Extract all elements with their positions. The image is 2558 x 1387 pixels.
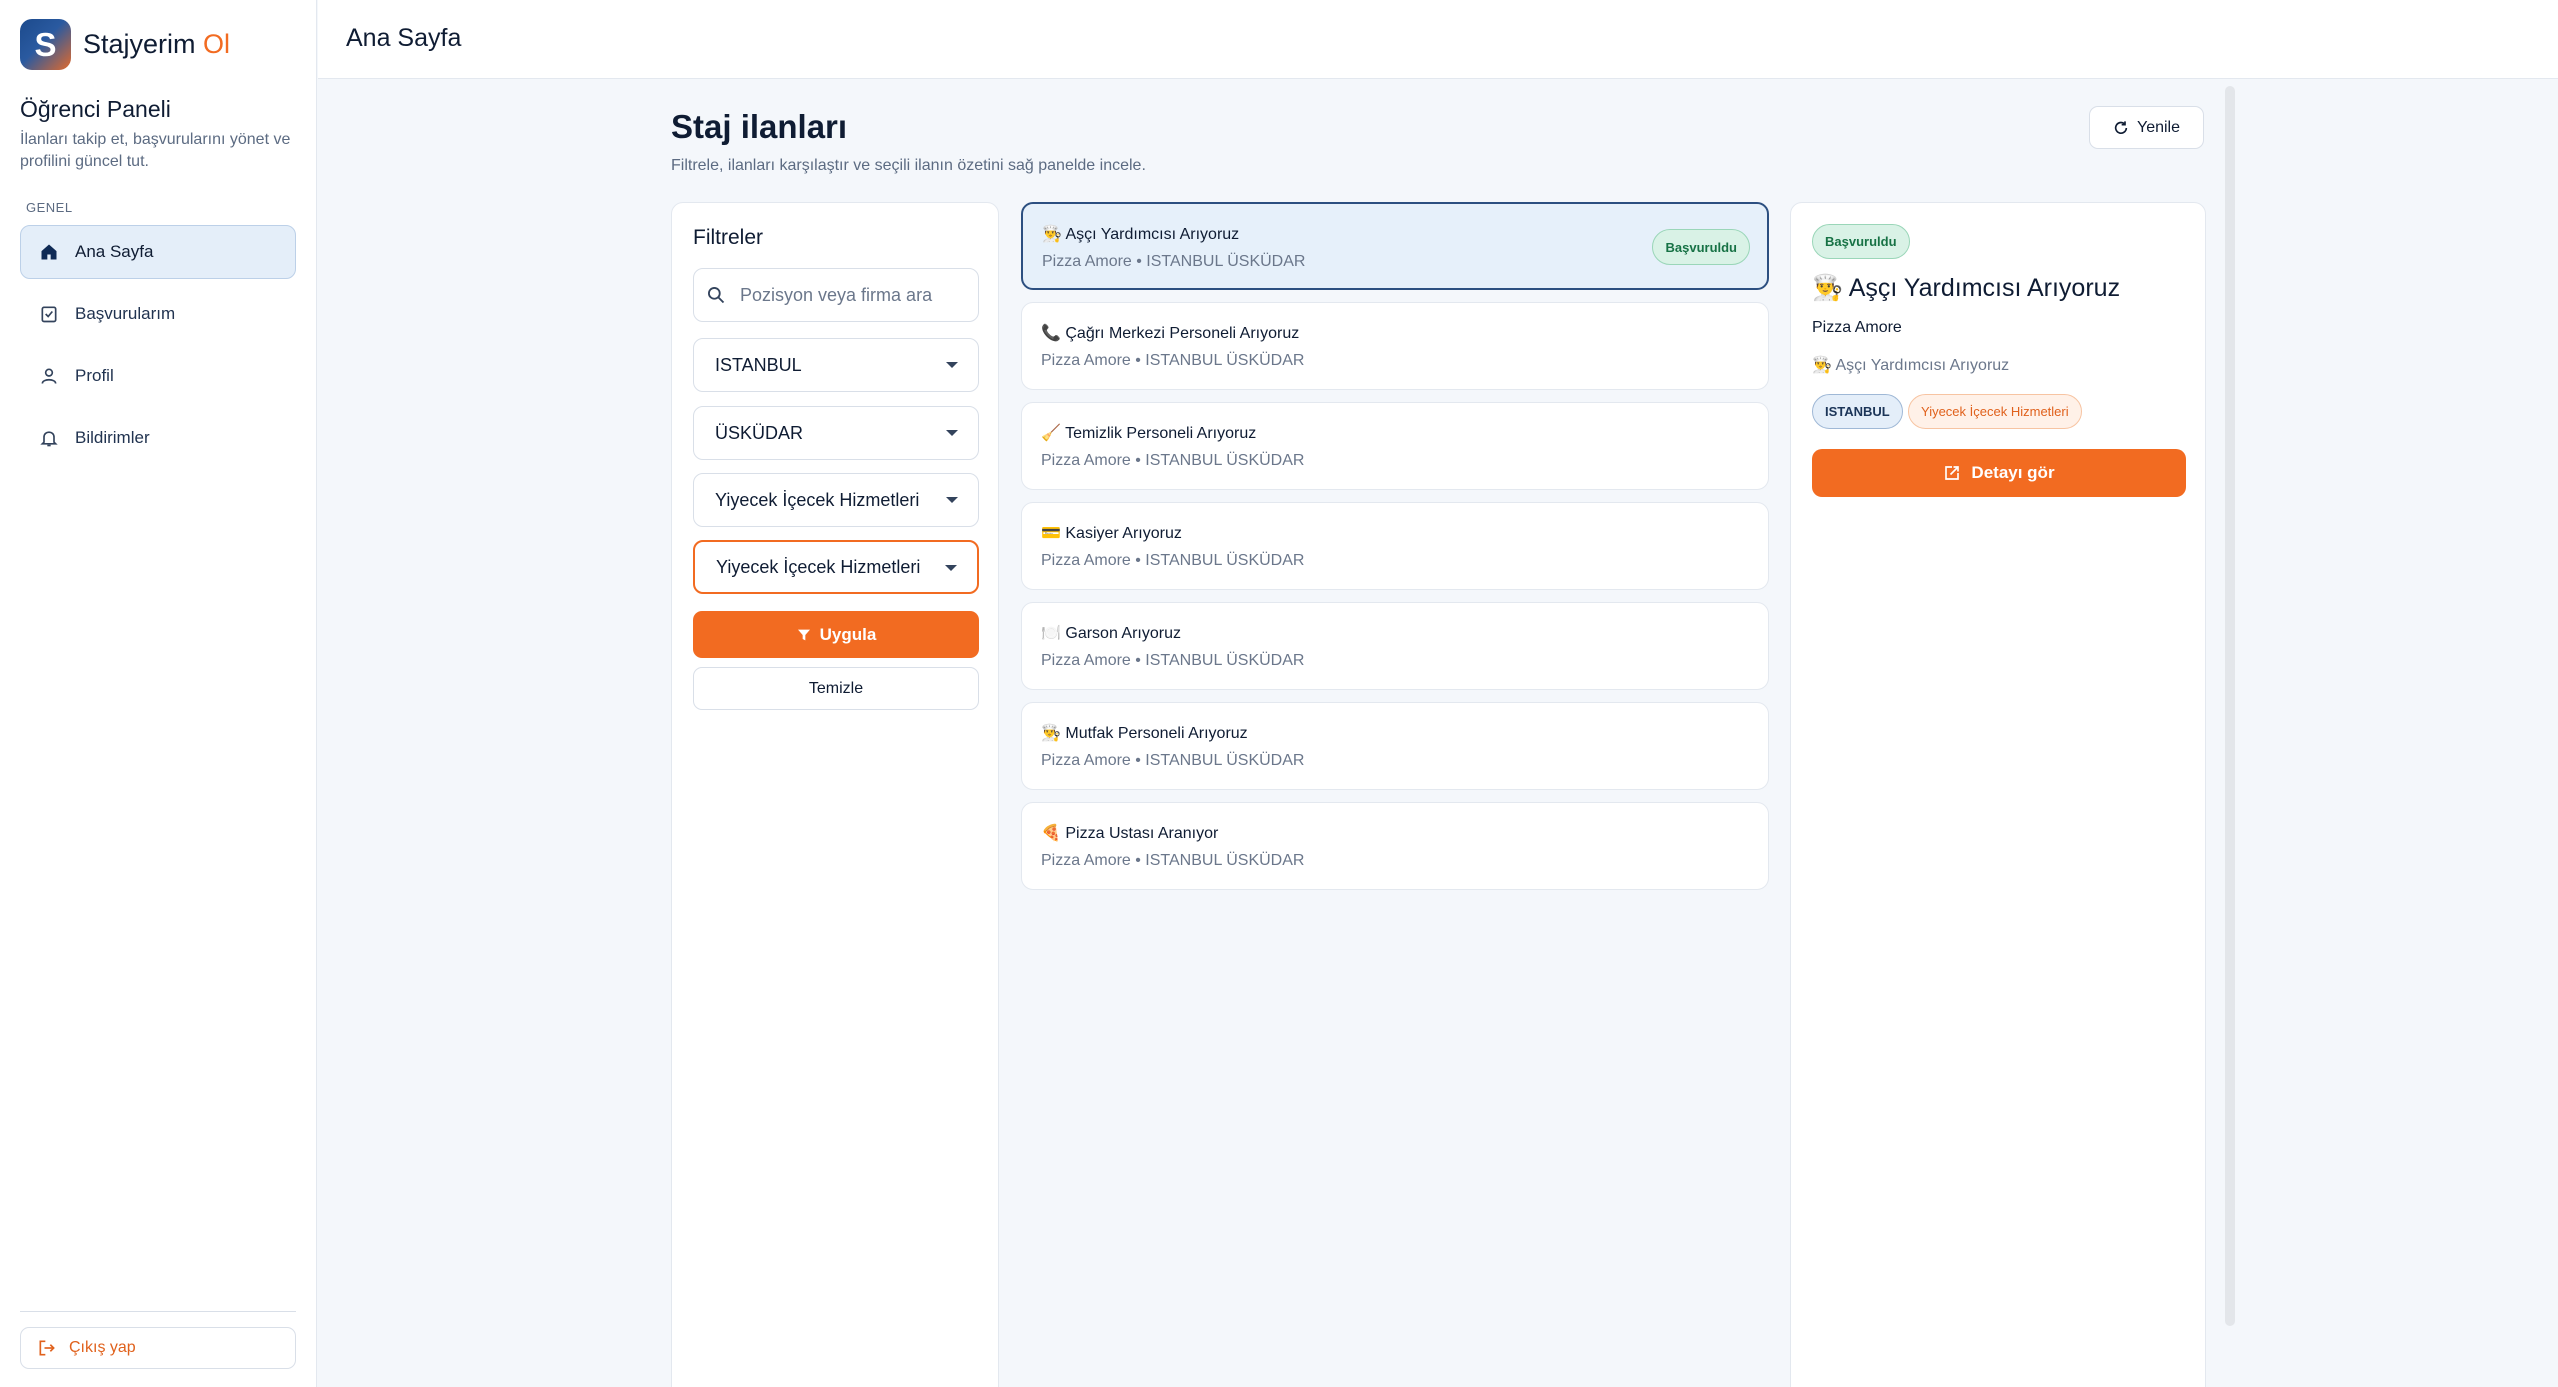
scrollbar[interactable] bbox=[2225, 86, 2235, 1326]
topbar: Ana Sayfa bbox=[318, 0, 2558, 79]
listing-subtitle: Pizza Amore • ISTANBUL ÜSKÜDAR bbox=[1042, 253, 1306, 270]
district-select-value: ÜSKÜDAR bbox=[715, 422, 804, 443]
chevron-down-icon bbox=[946, 362, 958, 368]
listing-card[interactable]: 🍽️ Garson Arıyoruz Pizza Amore • ISTANBU… bbox=[1021, 602, 1769, 690]
logout-label: Çıkış yap bbox=[69, 1339, 136, 1356]
sidebar-item-label: Ana Sayfa bbox=[75, 242, 154, 261]
listing-title: 🍕 Pizza Ustası Aranıyor bbox=[1041, 825, 1219, 842]
subsector-select-value: Yiyecek İçecek Hizmetleri bbox=[716, 556, 921, 577]
page-title: Staj ilanları bbox=[671, 108, 848, 145]
apply-button[interactable]: Uygula bbox=[693, 611, 979, 658]
sidebar-nav: Ana Sayfa Başvurularım Profil Bildirimle… bbox=[20, 225, 296, 473]
listing-card[interactable]: 📞 Çağrı Merkezi Personeli Arıyoruz Pizza… bbox=[1021, 302, 1769, 390]
brand-name-main: Stajyerim bbox=[83, 29, 196, 59]
panel-title: Öğrenci Paneli bbox=[20, 96, 171, 122]
sidebar-divider bbox=[20, 1311, 296, 1312]
city-select[interactable]: ISTANBUL bbox=[693, 338, 979, 392]
filter-icon bbox=[796, 627, 812, 643]
listing-list: 👨‍🍳 Aşçı Yardımcısı Arıyoruz Pizza Amore… bbox=[1021, 202, 1769, 902]
sidebar-item-label: Profil bbox=[75, 366, 114, 385]
chevron-down-icon bbox=[946, 497, 958, 503]
listing-title: 🍽️ Garson Arıyoruz bbox=[1041, 625, 1181, 642]
sidebar-item-notifications[interactable]: Bildirimler bbox=[20, 411, 296, 465]
listing-card[interactable]: 💳 Kasiyer Arıyoruz Pizza Amore • ISTANBU… bbox=[1021, 502, 1769, 590]
detail-title: 👨‍🍳 Aşçı Yardımcısı Arıyoruz bbox=[1812, 274, 2121, 302]
home-icon bbox=[37, 240, 61, 264]
sector-select[interactable]: Yiyecek İçecek Hizmetleri bbox=[693, 473, 979, 527]
detail-panel: Başvuruldu 👨‍🍳 Aşçı Yardımcısı Arıyoruz … bbox=[1790, 202, 2206, 1387]
brand[interactable]: S Stajyerim Ol bbox=[20, 19, 230, 70]
applied-badge: Başvuruldu bbox=[1652, 229, 1750, 265]
subsector-select[interactable]: Yiyecek İçecek Hizmetleri bbox=[693, 540, 979, 594]
applied-badge: Başvuruldu bbox=[1812, 224, 1910, 259]
listing-card[interactable]: 👨‍🍳 Mutfak Personeli Arıyoruz Pizza Amor… bbox=[1021, 702, 1769, 790]
listing-title: 📞 Çağrı Merkezi Personeli Arıyoruz bbox=[1041, 325, 1300, 342]
listing-card[interactable]: 🍕 Pizza Ustası Aranıyor Pizza Amore • IS… bbox=[1021, 802, 1769, 890]
search-icon bbox=[706, 285, 726, 305]
logout-button[interactable]: Çıkış yap bbox=[20, 1327, 296, 1369]
brand-name-accent: Ol bbox=[203, 29, 231, 59]
listing-subtitle: Pizza Amore • ISTANBUL ÜSKÜDAR bbox=[1041, 752, 1305, 769]
brand-name: Stajyerim Ol bbox=[83, 29, 230, 60]
listing-subtitle: Pizza Amore • ISTANBUL ÜSKÜDAR bbox=[1041, 352, 1305, 369]
view-detail-button[interactable]: Detayı gör bbox=[1812, 449, 2186, 497]
nav-section-label: GENEL bbox=[26, 200, 73, 215]
user-icon bbox=[37, 364, 61, 388]
listing-card[interactable]: 👨‍🍳 Aşçı Yardımcısı Arıyoruz Pizza Amore… bbox=[1021, 202, 1769, 290]
page-subtitle: Filtrele, ilanları karşılaştır ve seçili… bbox=[671, 157, 1146, 174]
city-select-value: ISTANBUL bbox=[715, 354, 802, 375]
sidebar-item-home[interactable]: Ana Sayfa bbox=[20, 225, 296, 279]
chevron-down-icon bbox=[945, 565, 957, 571]
sector-select-value: Yiyecek İçecek Hizmetleri bbox=[715, 489, 920, 510]
bell-icon bbox=[37, 426, 61, 450]
clipboard-check-icon bbox=[37, 302, 61, 326]
city-tag: ISTANBUL bbox=[1812, 394, 1903, 429]
listing-subtitle: Pizza Amore • ISTANBUL ÜSKÜDAR bbox=[1041, 652, 1305, 669]
brand-logo: S bbox=[20, 19, 71, 70]
logout-icon bbox=[37, 1337, 59, 1359]
listing-subtitle: Pizza Amore • ISTANBUL ÜSKÜDAR bbox=[1041, 452, 1305, 469]
listing-title: 💳 Kasiyer Arıyoruz bbox=[1041, 525, 1182, 542]
clear-button[interactable]: Temizle bbox=[693, 667, 979, 710]
view-detail-label: Detayı gör bbox=[1971, 463, 2055, 482]
external-link-icon bbox=[1943, 464, 1961, 482]
sidebar-item-label: Başvurularım bbox=[75, 304, 176, 323]
panel-description: İlanları takip et, başvurularını yönet v… bbox=[20, 131, 291, 170]
search-field[interactable] bbox=[693, 268, 979, 322]
refresh-button[interactable]: Yenile bbox=[2089, 106, 2204, 149]
listing-title: 🧹 Temizlik Personeli Arıyoruz bbox=[1041, 425, 1257, 442]
listing-subtitle: Pizza Amore • ISTANBUL ÜSKÜDAR bbox=[1041, 852, 1305, 869]
search-input[interactable] bbox=[740, 284, 960, 306]
sidebar-item-label: Bildirimler bbox=[75, 428, 150, 447]
refresh-label: Yenile bbox=[2136, 118, 2180, 136]
listing-subtitle: Pizza Amore • ISTANBUL ÜSKÜDAR bbox=[1041, 552, 1305, 569]
sidebar: S Stajyerim Ol Öğrenci Paneli İlanları t… bbox=[0, 0, 317, 1387]
chevron-down-icon bbox=[946, 430, 958, 436]
filters-title: Filtreler bbox=[693, 226, 764, 249]
sector-tag: Yiyecek İçecek Hizmetleri bbox=[1908, 394, 2082, 429]
listing-title: 👨‍🍳 Aşçı Yardımcısı Arıyoruz bbox=[1042, 226, 1240, 243]
refresh-icon bbox=[2113, 120, 2129, 136]
detail-company: Pizza Amore bbox=[1812, 319, 1902, 336]
sidebar-item-profile[interactable]: Profil bbox=[20, 349, 296, 403]
topbar-title: Ana Sayfa bbox=[346, 24, 462, 52]
detail-position: 👨‍🍳 Aşçı Yardımcısı Arıyoruz bbox=[1812, 357, 2010, 374]
apply-label: Uygula bbox=[819, 624, 877, 644]
listing-title: 👨‍🍳 Mutfak Personeli Arıyoruz bbox=[1041, 725, 1248, 742]
listing-card[interactable]: 🧹 Temizlik Personeli Arıyoruz Pizza Amor… bbox=[1021, 402, 1769, 490]
filters-panel: Filtreler ISTANBUL ÜSKÜDAR Yiyecek İçece… bbox=[671, 202, 999, 1387]
district-select[interactable]: ÜSKÜDAR bbox=[693, 406, 979, 460]
sidebar-item-applications[interactable]: Başvurularım bbox=[20, 287, 296, 341]
